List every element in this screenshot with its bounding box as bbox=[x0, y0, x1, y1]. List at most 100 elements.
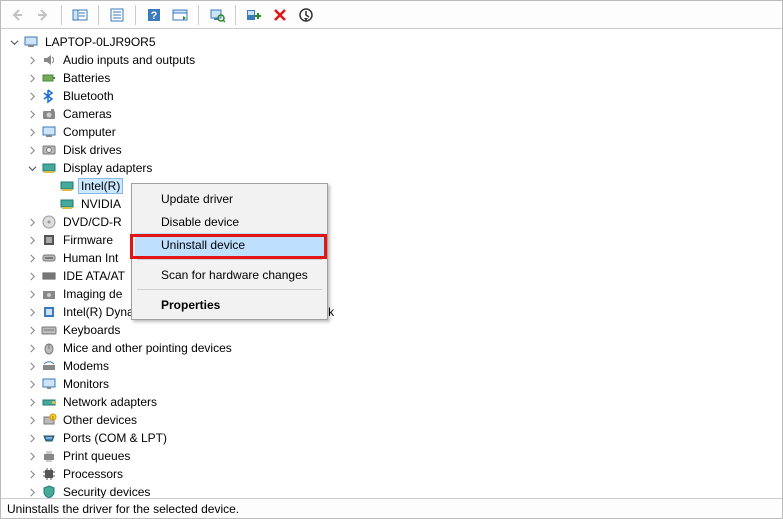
chevron-right-icon[interactable] bbox=[25, 89, 39, 103]
menu-disable-device[interactable]: Disable device bbox=[135, 210, 324, 233]
tree-device[interactable]: Intel(R) bbox=[7, 177, 782, 195]
tree-category[interactable]: Bluetooth bbox=[7, 87, 782, 105]
category-label[interactable]: Imaging de bbox=[60, 286, 125, 302]
chevron-right-icon[interactable] bbox=[25, 305, 39, 319]
tree-category[interactable]: DVD/CD-R bbox=[7, 213, 782, 231]
chevron-right-icon[interactable] bbox=[25, 287, 39, 301]
category-label[interactable]: Modems bbox=[60, 358, 112, 374]
tree-category[interactable]: Display adapters bbox=[7, 159, 782, 177]
tree-root[interactable]: LAPTOP-0LJR9OR5 bbox=[7, 33, 782, 51]
chevron-right-icon[interactable] bbox=[25, 323, 39, 337]
category-label[interactable]: Print queues bbox=[60, 448, 133, 464]
tree-category[interactable]: Intel(R) Dynamic Platform and Thermal Fr… bbox=[7, 303, 782, 321]
tree-category[interactable]: Processors bbox=[7, 465, 782, 483]
category-label[interactable]: Mice and other pointing devices bbox=[60, 340, 235, 356]
chevron-right-icon[interactable] bbox=[25, 107, 39, 121]
svg-text:?: ? bbox=[151, 10, 158, 22]
category-label[interactable]: Human Int bbox=[60, 250, 121, 266]
tree-category[interactable]: Batteries bbox=[7, 69, 782, 87]
menu-uninstall-device[interactable]: Uninstall device bbox=[135, 233, 324, 256]
category-icon bbox=[41, 142, 57, 158]
show-hidden-button[interactable] bbox=[68, 3, 92, 27]
chevron-right-icon[interactable] bbox=[25, 359, 39, 373]
category-label[interactable]: IDE ATA/AT bbox=[60, 268, 128, 284]
category-label[interactable]: Processors bbox=[60, 466, 126, 482]
chevron-right-icon[interactable] bbox=[25, 341, 39, 355]
tree-category[interactable]: IDE ATA/AT bbox=[7, 267, 782, 285]
category-label[interactable]: Security devices bbox=[60, 484, 153, 498]
device-label[interactable]: NVIDIA bbox=[78, 196, 124, 212]
properties-button[interactable] bbox=[105, 3, 129, 27]
update-driver-button[interactable] bbox=[294, 3, 318, 27]
chevron-down-icon[interactable] bbox=[25, 161, 39, 175]
chevron-right-icon[interactable] bbox=[25, 125, 39, 139]
category-icon bbox=[41, 52, 57, 68]
category-label[interactable]: Computer bbox=[60, 124, 119, 140]
chevron-right-icon[interactable] bbox=[25, 431, 39, 445]
chevron-right-icon[interactable] bbox=[25, 467, 39, 481]
chevron-down-icon[interactable] bbox=[7, 35, 21, 49]
tree-category[interactable]: Computer bbox=[7, 123, 782, 141]
device-tree[interactable]: LAPTOP-0LJR9OR5 Audio inputs and outputs… bbox=[1, 29, 782, 498]
menu-separator bbox=[137, 289, 322, 290]
category-label[interactable]: Firmware bbox=[60, 232, 116, 248]
category-label[interactable]: Ports (COM & LPT) bbox=[60, 430, 170, 446]
category-label[interactable]: Audio inputs and outputs bbox=[60, 52, 198, 68]
tree-category[interactable]: Disk drives bbox=[7, 141, 782, 159]
root-label[interactable]: LAPTOP-0LJR9OR5 bbox=[42, 34, 159, 50]
category-icon bbox=[41, 448, 57, 464]
chevron-right-icon[interactable] bbox=[25, 395, 39, 409]
category-label[interactable]: Cameras bbox=[60, 106, 115, 122]
category-icon: ! bbox=[41, 412, 57, 428]
tree-category[interactable]: Audio inputs and outputs bbox=[7, 51, 782, 69]
menu-separator bbox=[137, 259, 322, 260]
menu-properties[interactable]: Properties bbox=[135, 293, 324, 316]
tree-category[interactable]: Security devices bbox=[7, 483, 782, 498]
add-legacy-button[interactable] bbox=[242, 3, 266, 27]
category-label[interactable]: Disk drives bbox=[60, 142, 125, 158]
category-label[interactable]: DVD/CD-R bbox=[60, 214, 125, 230]
tree-category[interactable]: Human Int bbox=[7, 249, 782, 267]
tree-category[interactable]: ! Other devices bbox=[7, 411, 782, 429]
tree-category[interactable]: Print queues bbox=[7, 447, 782, 465]
chevron-right-icon[interactable] bbox=[25, 269, 39, 283]
tree-device[interactable]: NVIDIA bbox=[7, 195, 782, 213]
device-label[interactable]: Intel(R) bbox=[78, 178, 123, 194]
menu-update-driver[interactable]: Update driver bbox=[135, 187, 324, 210]
chevron-right-icon[interactable] bbox=[25, 449, 39, 463]
uninstall-toolbar-button[interactable] bbox=[268, 3, 292, 27]
chevron-right-icon[interactable] bbox=[25, 215, 39, 229]
chevron-right-icon[interactable] bbox=[25, 251, 39, 265]
category-label[interactable]: Other devices bbox=[60, 412, 140, 428]
help-button[interactable]: ? bbox=[142, 3, 166, 27]
tree-category[interactable]: Firmware bbox=[7, 231, 782, 249]
scan-hardware-button[interactable] bbox=[205, 3, 229, 27]
chevron-right-icon[interactable] bbox=[25, 413, 39, 427]
menu-scan-hardware[interactable]: Scan for hardware changes bbox=[135, 263, 324, 286]
category-label[interactable]: Network adapters bbox=[60, 394, 160, 410]
context-menu: Update driver Disable device Uninstall d… bbox=[131, 183, 328, 320]
toolbar: ? bbox=[1, 1, 782, 29]
category-label[interactable]: Keyboards bbox=[60, 322, 123, 338]
category-label[interactable]: Display adapters bbox=[60, 160, 155, 176]
chevron-right-icon[interactable] bbox=[25, 71, 39, 85]
forward-button[interactable] bbox=[31, 3, 55, 27]
chevron-right-icon[interactable] bbox=[25, 485, 39, 498]
tree-category[interactable]: Modems bbox=[7, 357, 782, 375]
tree-category[interactable]: Network adapters bbox=[7, 393, 782, 411]
category-label[interactable]: Batteries bbox=[60, 70, 113, 86]
action-button[interactable] bbox=[168, 3, 192, 27]
tree-category[interactable]: Mice and other pointing devices bbox=[7, 339, 782, 357]
category-label[interactable]: Monitors bbox=[60, 376, 112, 392]
tree-category[interactable]: Cameras bbox=[7, 105, 782, 123]
tree-category[interactable]: Ports (COM & LPT) bbox=[7, 429, 782, 447]
tree-category[interactable]: Keyboards bbox=[7, 321, 782, 339]
tree-category[interactable]: Monitors bbox=[7, 375, 782, 393]
category-label[interactable]: Bluetooth bbox=[60, 88, 117, 104]
tree-category[interactable]: Imaging de bbox=[7, 285, 782, 303]
chevron-right-icon[interactable] bbox=[25, 143, 39, 157]
chevron-right-icon[interactable] bbox=[25, 53, 39, 67]
back-button[interactable] bbox=[5, 3, 29, 27]
chevron-right-icon[interactable] bbox=[25, 377, 39, 391]
chevron-right-icon[interactable] bbox=[25, 233, 39, 247]
